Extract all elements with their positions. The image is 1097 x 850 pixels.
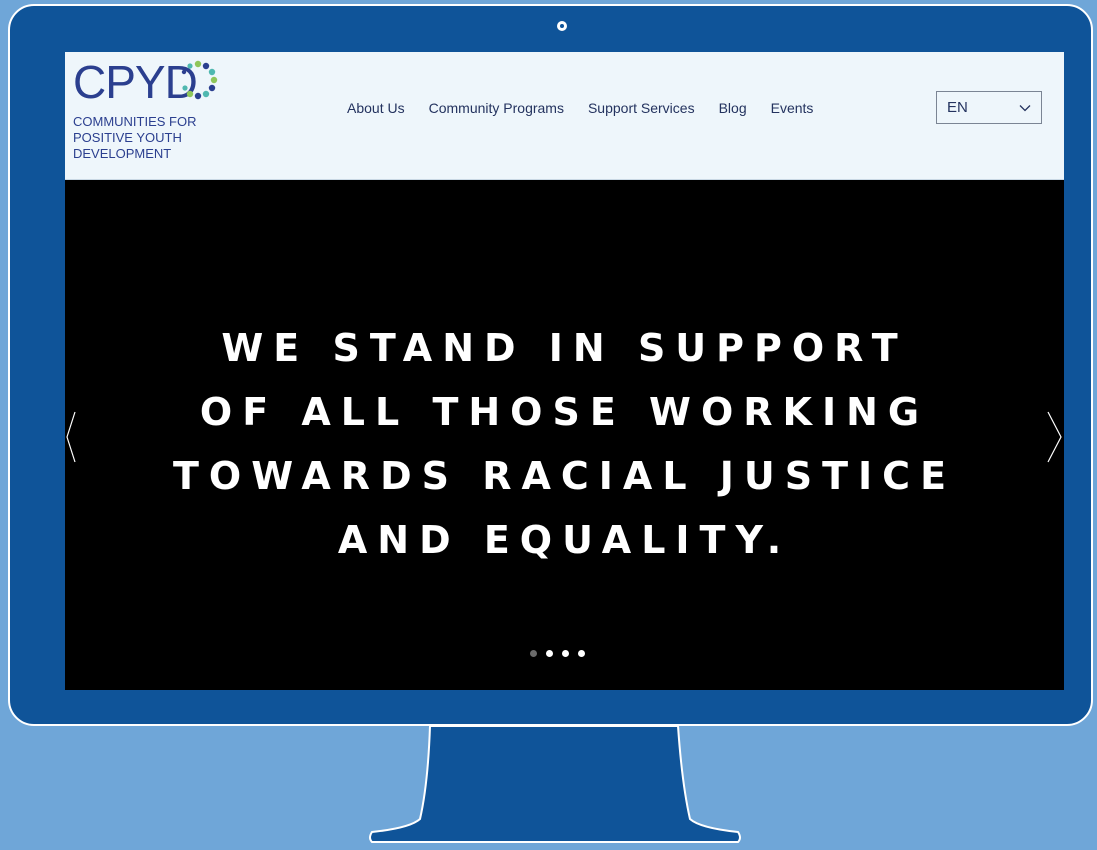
slide-dot-4[interactable] xyxy=(578,650,585,657)
hero-slider: We stand in support of all those working… xyxy=(65,180,1064,690)
language-select[interactable]: EN xyxy=(936,91,1042,124)
nav-item-community-programs[interactable]: Community Programs xyxy=(429,100,564,116)
hero-line-3: towards racial justice xyxy=(172,454,957,498)
main-nav: About Us Community Programs Support Serv… xyxy=(347,100,837,116)
logo-dots-icon xyxy=(181,60,218,100)
next-slide-arrow-icon[interactable] xyxy=(1046,410,1064,464)
monitor-frame: CPYD Communities for Positive Youth Deve… xyxy=(8,4,1093,726)
language-select-value: EN xyxy=(947,99,968,116)
slide-dot-1[interactable] xyxy=(530,650,537,657)
hero-line-2: of all those working xyxy=(199,390,930,434)
slide-dot-2[interactable] xyxy=(546,650,553,657)
hero-line-4: and equality. xyxy=(337,518,792,562)
hero-line-1: We stand in support xyxy=(221,326,908,370)
logo-tagline: Communities for Positive Youth Developme… xyxy=(73,114,197,161)
monitor-stand xyxy=(369,725,741,843)
slide-pagination xyxy=(530,650,585,657)
nav-item-support-services[interactable]: Support Services xyxy=(588,100,695,116)
chevron-down-icon xyxy=(1019,104,1031,111)
site-logo[interactable]: CPYD Communities for Positive Youth Deve… xyxy=(73,58,233,162)
camera-icon xyxy=(557,21,567,31)
slide-dot-3[interactable] xyxy=(562,650,569,657)
site-header: CPYD Communities for Positive Youth Deve… xyxy=(65,52,1064,180)
browser-screen: CPYD Communities for Positive Youth Deve… xyxy=(65,52,1064,690)
nav-item-events[interactable]: Events xyxy=(771,100,814,116)
nav-item-blog[interactable]: Blog xyxy=(719,100,747,116)
nav-item-about-us[interactable]: About Us xyxy=(347,100,405,116)
hero-headline: We stand in support of all those working… xyxy=(65,316,1064,572)
